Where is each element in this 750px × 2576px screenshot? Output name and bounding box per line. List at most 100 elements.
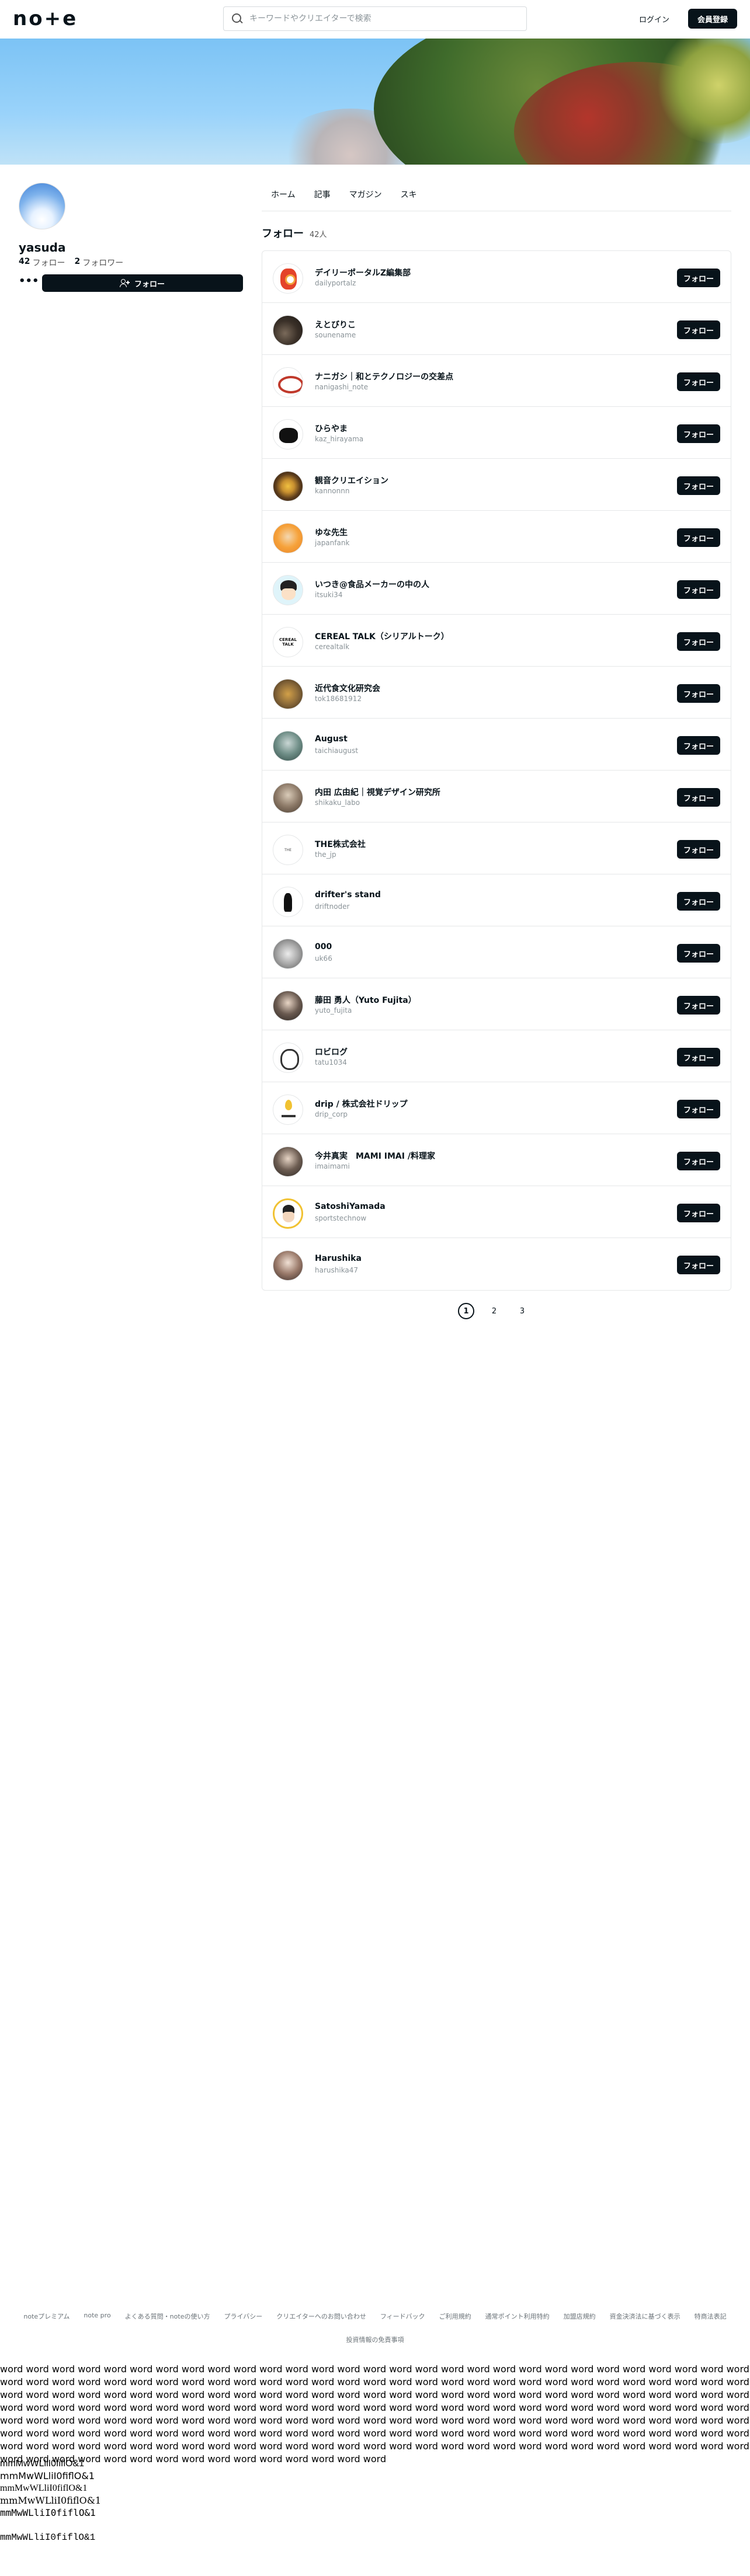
user-avatar[interactable]	[273, 1198, 303, 1229]
user-name[interactable]: drip / 株式会社ドリップ	[315, 1098, 408, 1110]
followers-count[interactable]: 2	[74, 257, 80, 269]
follow-list-item[interactable]: えとびりこ sounename フォロー	[262, 303, 731, 355]
signup-button[interactable]: 会員登録	[688, 9, 737, 29]
user-name[interactable]: CEREAL TALK（シリアルトーク）	[315, 630, 449, 642]
follow-list-item[interactable]: 近代食文化研究会 tok18681912 フォロー	[262, 667, 731, 719]
follow-list-item[interactable]: ひらやま kaz_hirayama フォロー	[262, 407, 731, 459]
page-1-button[interactable]: 1	[458, 1303, 474, 1319]
follow-list-item[interactable]: drip / 株式会社ドリップ drip_corp フォロー	[262, 1082, 731, 1134]
user-name[interactable]: August	[315, 734, 348, 744]
footer-disclaimer-link[interactable]: 投資情報の免責事項	[0, 2335, 750, 2344]
follow-list-item[interactable]: ロビログ tatu1034 フォロー	[262, 1030, 731, 1082]
follow-button[interactable]: フォロー	[677, 320, 720, 339]
user-name[interactable]: SatoshiYamada	[315, 1202, 386, 1211]
follow-list-item[interactable]: いつき@食品メーカーの中の人 itsuki34 フォロー	[262, 563, 731, 615]
tab-magazines[interactable]: マガジン	[340, 187, 391, 211]
user-avatar[interactable]	[273, 887, 303, 917]
footer-link[interactable]: 資金決済法に基づく表示	[610, 2312, 680, 2321]
follow-button[interactable]: フォロー	[677, 788, 720, 807]
footer-link[interactable]: note pro	[84, 2312, 110, 2321]
follow-button[interactable]: フォロー	[677, 1204, 720, 1222]
user-avatar[interactable]	[273, 731, 303, 761]
user-name[interactable]: 観音クリエイション	[315, 475, 388, 486]
tab-likes[interactable]: スキ	[391, 187, 426, 211]
user-avatar[interactable]	[273, 1043, 303, 1073]
follow-button[interactable]: フォロー	[677, 1048, 720, 1066]
search-box[interactable]	[223, 6, 527, 31]
footer-link[interactable]: 特商法表記	[695, 2312, 727, 2321]
tab-articles[interactable]: 記事	[305, 187, 340, 211]
follow-button[interactable]: フォロー	[677, 944, 720, 963]
user-name[interactable]: ロビログ	[315, 1046, 348, 1058]
follow-button[interactable]: フォロー	[677, 1100, 720, 1118]
login-button[interactable]: ログイン	[634, 10, 674, 28]
user-name[interactable]: 近代食文化研究会	[315, 682, 380, 694]
follow-button[interactable]: フォロー	[677, 632, 720, 651]
footer-link[interactable]: フィードバック	[380, 2312, 425, 2321]
follow-list-item[interactable]: CEREAL TALK CEREAL TALK（シリアルトーク） cerealtal…	[262, 615, 731, 667]
user-avatar[interactable]	[273, 315, 303, 346]
follow-button[interactable]: フォロー	[677, 528, 720, 547]
user-name[interactable]: いつき@食品メーカーの中の人	[315, 578, 429, 590]
follow-list-item[interactable]: 内田 広由紀｜視覚デザイン研究所 shikaku_labo フォロー	[262, 771, 731, 822]
footer-link[interactable]: 加盟店規約	[564, 2312, 596, 2321]
following-label[interactable]: フォロー	[32, 257, 65, 269]
follow-list-item[interactable]: Harushika harushika47 フォロー	[262, 1238, 731, 1290]
user-avatar[interactable]	[273, 523, 303, 553]
user-avatar[interactable]: CEREAL TALK	[273, 627, 303, 657]
user-avatar[interactable]	[273, 367, 303, 398]
note-logo[interactable]: no+e	[13, 8, 78, 29]
follow-list-item[interactable]: 今井真実 MAMI IMAI /料理家 imaimami フォロー	[262, 1134, 731, 1186]
profile-follow-button[interactable]: フォロー	[42, 274, 243, 292]
user-avatar[interactable]	[273, 783, 303, 813]
follow-button[interactable]: フォロー	[677, 372, 720, 391]
follow-button[interactable]: フォロー	[677, 580, 720, 599]
user-name[interactable]: ゆな先生	[315, 527, 348, 538]
user-name[interactable]: ナニガシ｜和とテクノロジーの交差点	[315, 371, 453, 382]
user-name[interactable]: 今井真実 MAMI IMAI /料理家	[315, 1150, 435, 1162]
follow-list-item[interactable]: THE THE株式会社 the_jp フォロー	[262, 822, 731, 874]
follow-button[interactable]: フォロー	[677, 1152, 720, 1170]
user-name[interactable]: ひらやま	[315, 423, 348, 434]
footer-link[interactable]: よくある質問・noteの使い方	[125, 2312, 210, 2321]
page-3-button[interactable]: 3	[514, 1303, 530, 1319]
follow-button[interactable]: フォロー	[677, 736, 720, 755]
follow-button[interactable]: フォロー	[677, 476, 720, 495]
user-name[interactable]: Harushika	[315, 1254, 362, 1263]
footer-link[interactable]: ご利用規約	[439, 2312, 471, 2321]
user-name[interactable]: 内田 広由紀｜視覚デザイン研究所	[315, 786, 440, 798]
follow-button[interactable]: フォロー	[677, 684, 720, 703]
follow-list-item[interactable]: 藤田 勇人（Yuto Fujita） yuto_fujita フォロー	[262, 978, 731, 1030]
user-avatar[interactable]	[273, 939, 303, 969]
follow-list-item[interactable]: drifter's stand driftnoder フォロー	[262, 874, 731, 926]
follow-list-item[interactable]: ゆな先生 japanfank フォロー	[262, 511, 731, 563]
follow-list-item[interactable]: SatoshiYamada sportstechnow フォロー	[262, 1186, 731, 1238]
footer-link[interactable]: クリエイターへのお問い合わせ	[276, 2312, 366, 2321]
user-avatar[interactable]	[273, 419, 303, 449]
user-name[interactable]: 000	[315, 942, 332, 951]
user-avatar[interactable]: THE	[273, 835, 303, 865]
follow-button[interactable]: フォロー	[677, 269, 720, 287]
user-name[interactable]: デイリーポータルZ編集部	[315, 267, 411, 278]
user-avatar[interactable]	[273, 575, 303, 605]
footer-link[interactable]: noteプレミアム	[23, 2312, 70, 2321]
more-options-button[interactable]: •••	[19, 273, 39, 292]
follow-button[interactable]: フォロー	[677, 424, 720, 443]
user-avatar[interactable]	[273, 1146, 303, 1177]
user-avatar[interactable]	[273, 1094, 303, 1125]
follow-button[interactable]: フォロー	[677, 1256, 720, 1274]
tab-home[interactable]: ホーム	[262, 187, 305, 211]
follow-list-item[interactable]: デイリーポータルZ編集部 dailyportalz フォロー	[262, 251, 731, 303]
user-avatar[interactable]	[273, 471, 303, 501]
follow-list-item[interactable]: 観音クリエイション kannonnn フォロー	[262, 459, 731, 511]
footer-link[interactable]: 通常ポイント利用特約	[485, 2312, 550, 2321]
following-count[interactable]: 42	[19, 257, 30, 269]
user-avatar[interactable]	[273, 1250, 303, 1281]
user-name[interactable]: えとびりこ	[315, 319, 356, 330]
user-name[interactable]: 藤田 勇人（Yuto Fujita）	[315, 994, 416, 1006]
follow-list-item[interactable]: ナニガシ｜和とテクノロジーの交差点 nanigashi_note フォロー	[262, 355, 731, 407]
user-avatar[interactable]	[273, 991, 303, 1021]
user-name[interactable]: drifter's stand	[315, 890, 381, 900]
search-input[interactable]	[249, 14, 518, 23]
page-2-button[interactable]: 2	[486, 1303, 502, 1319]
